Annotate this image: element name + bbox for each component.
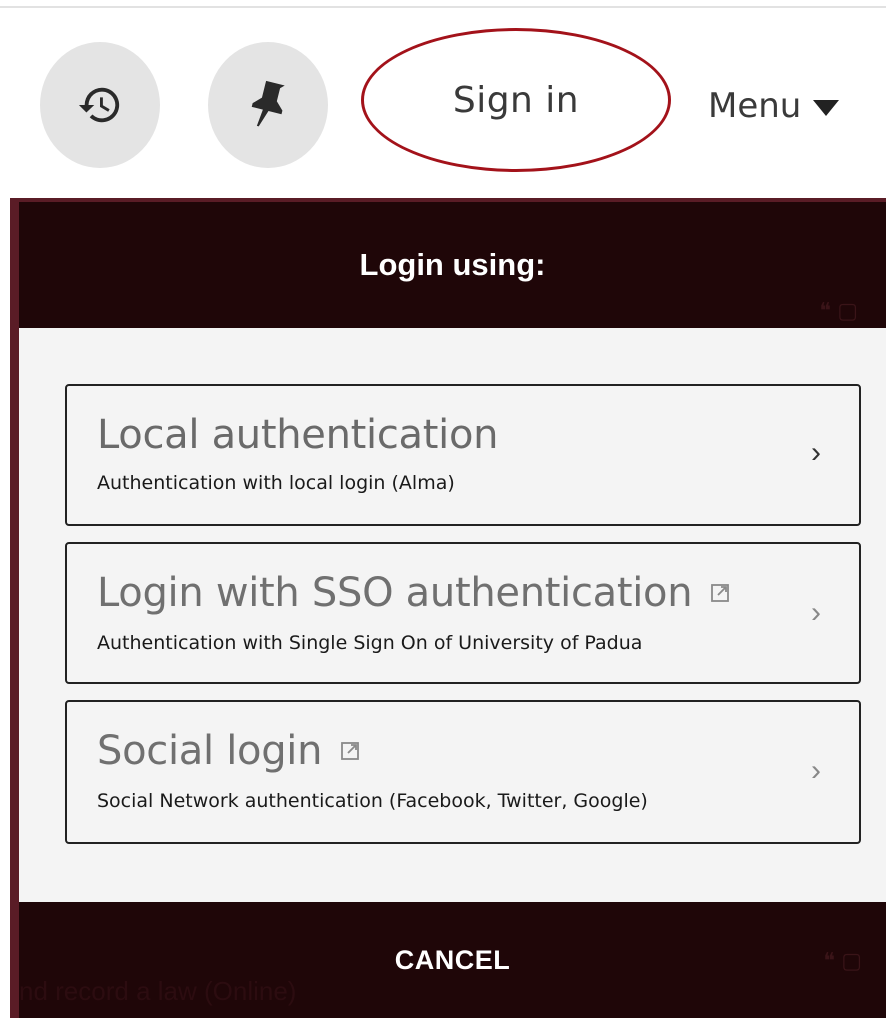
pushpin-icon bbox=[251, 80, 285, 127]
menu-button[interactable]: Menu bbox=[708, 80, 840, 132]
external-link-icon bbox=[341, 742, 360, 760]
option-title: Login with SSO authentication bbox=[97, 570, 730, 616]
cancel-button[interactable]: CANCEL bbox=[19, 902, 886, 1018]
option-title: Social login bbox=[97, 728, 360, 774]
sign-in-button[interactable]: Sign in bbox=[361, 28, 671, 172]
option-description: Authentication with Single Sign On of Un… bbox=[97, 632, 643, 654]
login-dialog-footer: nd record a law (Online) ❝ ▢ CANCEL bbox=[19, 902, 886, 1018]
top-divider bbox=[0, 6, 886, 8]
pin-button[interactable] bbox=[208, 42, 328, 168]
login-dialog-body: Local authentication Authentication with… bbox=[19, 328, 886, 902]
local-authentication-option[interactable]: Local authentication Authentication with… bbox=[65, 384, 861, 526]
menu-label: Menu bbox=[708, 86, 802, 126]
option-description: Authentication with local login (Alma) bbox=[97, 472, 455, 494]
background-icons: ❝ ▢ bbox=[819, 298, 858, 323]
history-icon bbox=[78, 87, 120, 123]
external-link-icon bbox=[711, 584, 730, 602]
history-button[interactable] bbox=[40, 42, 160, 168]
caret-down-icon bbox=[813, 100, 840, 116]
chevron-right-icon: › bbox=[811, 436, 821, 469]
option-title: Local authentication bbox=[97, 412, 499, 458]
social-login-option[interactable]: Social login Social Network authenticati… bbox=[65, 700, 861, 844]
chevron-right-icon: › bbox=[811, 596, 821, 629]
chevron-right-icon: › bbox=[811, 754, 821, 787]
sso-authentication-option[interactable]: Login with SSO authentication Authentica… bbox=[65, 542, 861, 684]
option-description: Social Network authentication (Facebook,… bbox=[97, 790, 648, 812]
login-dialog-header: Login using: ❝ ▢ bbox=[19, 202, 886, 328]
login-dialog-title: Login using: bbox=[359, 247, 546, 282]
sign-in-label: Sign in bbox=[452, 79, 580, 121]
